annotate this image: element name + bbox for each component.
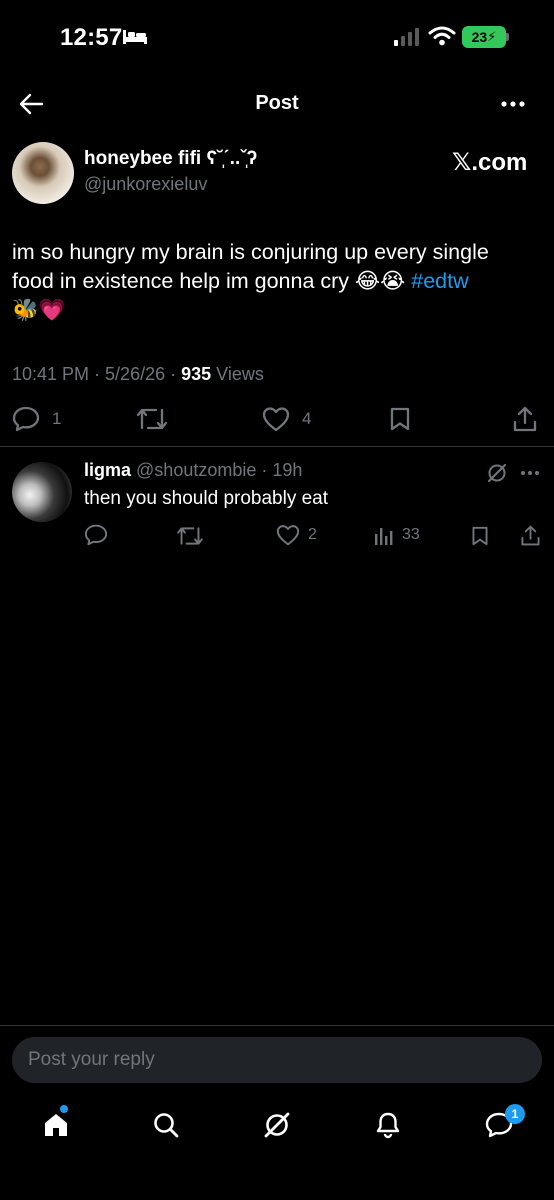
status-time: 12:57 [60,24,123,51]
post-text: im so hungry my brain is conjuring up ev… [12,238,542,325]
reply-placeholder: Post your reply [28,1049,155,1070]
views-count: 935 [181,364,212,384]
post-metadata: 10:41 PM · 5/26/26 · 935 Views [12,364,264,384]
heart-icon [262,407,290,432]
reply-icon [12,406,40,432]
reply-count: 1 [52,409,62,428]
battery-cap [506,33,509,41]
reply-header: ligma @shoutzombie · 19h [84,460,303,480]
sleep-bed-icon [122,28,148,46]
wifi-icon [428,26,456,46]
reply-age: 19h [272,460,303,480]
post-text-line: im so hungry my brain is conjuring up ev… [12,240,489,264]
messages-badge: 1 [505,1104,525,1124]
post-time: 10:41 PM [12,364,90,384]
notifications-bell-icon[interactable] [374,1111,402,1139]
battery-indicator: 23 ⚡ [462,26,506,48]
reply-avatar[interactable] [12,462,72,522]
post-text-line: 🐝💗 [12,298,66,322]
source-label[interactable]: 𝕏.com [452,148,527,177]
reply-heart-icon [276,525,300,546]
like-button[interactable]: 4 [262,406,311,432]
reply-like-count: 2 [308,526,317,543]
bookmark-icon[interactable] [389,406,411,432]
post-date: 5/26/26 [105,364,166,384]
share-icon[interactable] [512,405,538,433]
reply-composer-input[interactable]: Post your reply [12,1037,542,1083]
reply-author-name[interactable]: ligma [84,460,131,480]
reply-text: then you should probably eat [84,488,329,509]
more-options-icon[interactable] [500,100,526,108]
author-avatar[interactable] [12,142,74,204]
reply-author-handle[interactable]: @shoutzombie [136,460,256,480]
repost-icon[interactable] [136,406,168,432]
reply-view-count: 33 [402,526,420,543]
reply-like-button[interactable]: 2 [276,524,317,546]
search-icon[interactable] [152,1111,180,1139]
composer-divider [0,1025,554,1026]
author-name[interactable]: honeybee fifi ʕ˘̩ˊ..ˇ̩ʔ [84,148,257,170]
page-title: Post [255,92,299,114]
views-label[interactable]: Views [216,364,264,384]
reply-bookmark-icon[interactable] [471,525,489,547]
hashtag-link[interactable]: #edtw [411,269,468,293]
post-text-line: food in existence help im gonna cry 😂😭 #… [12,269,469,293]
post-divider [0,446,554,447]
reply-share-icon[interactable] [520,524,541,547]
grok-icon[interactable] [486,462,508,484]
reply-more-icon[interactable] [520,470,540,476]
signal-icon [393,28,421,46]
reply-repost-icon[interactable] [176,525,204,547]
views-chart-icon [375,528,393,545]
reply-button[interactable]: 1 [12,406,61,432]
grok-nav-icon[interactable] [263,1111,291,1139]
reply-reply-icon[interactable] [84,524,108,546]
home-notification-dot [60,1105,68,1113]
like-count: 4 [302,409,312,428]
reply-views-button[interactable]: 33 [374,524,420,546]
home-icon[interactable] [42,1111,70,1139]
author-handle[interactable]: @junkorexieluv [84,174,207,195]
